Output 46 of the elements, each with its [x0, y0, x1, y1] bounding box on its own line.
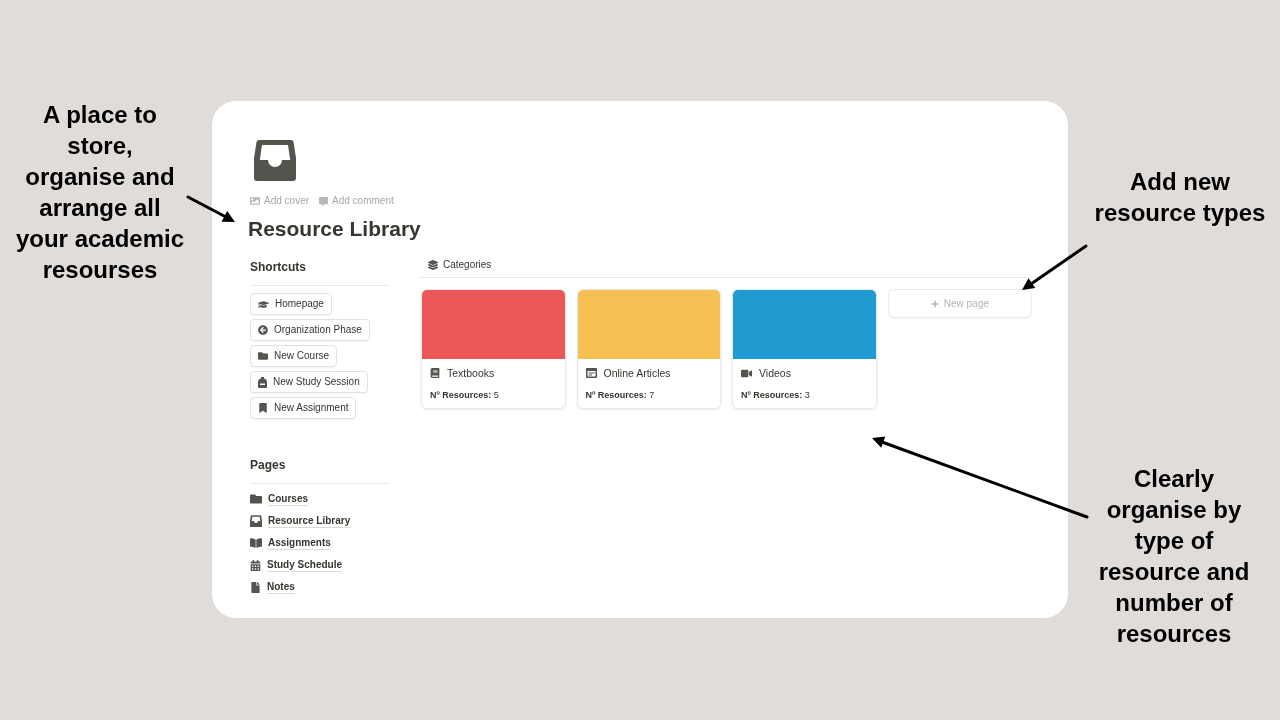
card-title: Textbooks: [447, 367, 495, 379]
video-camera-icon: [741, 367, 752, 379]
arrow-icon: [186, 195, 235, 222]
arrow-icon: [872, 436, 1089, 519]
page-link[interactable]: Assignments: [250, 532, 331, 554]
graduation-cap-icon: [258, 298, 269, 310]
shortcut-button[interactable]: New Assignment: [250, 397, 357, 419]
tray-icon: [250, 515, 262, 527]
image-icon: [250, 196, 260, 206]
book-icon: [430, 368, 440, 378]
layers-icon: [428, 259, 438, 270]
folder-icon: [258, 351, 268, 361]
card-title: Videos: [759, 367, 791, 379]
page-title: Resource Library: [248, 216, 422, 242]
shortcut-button[interactable]: New Study Session: [250, 371, 368, 393]
resource-count: Nº Resources: 3: [741, 389, 810, 401]
file-icon: [250, 581, 261, 593]
category-card[interactable]: Online Articles Nº Resources: 7: [576, 289, 721, 409]
category-card[interactable]: Videos Nº Resources: 3: [732, 289, 877, 409]
shortcut-button[interactable]: Homepage: [250, 293, 332, 315]
page-link[interactable]: Notes: [250, 576, 295, 598]
arrow-icon: [1022, 244, 1088, 290]
bookmark-icon: [258, 403, 268, 413]
backpack-icon: [258, 376, 267, 388]
section-heading: Shortcuts: [250, 260, 306, 274]
page-link[interactable]: Study Schedule: [250, 554, 342, 576]
category-card[interactable]: Textbooks Nº Resources: 5: [421, 289, 566, 409]
shortcut-button[interactable]: Organization Phase: [250, 319, 370, 341]
book-icon: [250, 537, 262, 549]
folder-icon: [250, 493, 262, 505]
page-link[interactable]: Resource Library: [250, 510, 351, 532]
resource-count: Nº Resources: 5: [430, 389, 499, 401]
comment-icon: [319, 196, 329, 206]
section-heading: Pages: [250, 458, 286, 472]
callout-text: A place to store, organise and arrange all your academic resourses: [14, 100, 186, 285]
tray-icon: [254, 139, 296, 181]
resource-count: Nº Resources: 7: [585, 389, 655, 401]
window-icon: [585, 368, 597, 378]
callout-text: Add new resource types: [1093, 167, 1267, 228]
plus-icon: [930, 299, 939, 308]
section-heading: Categories: [443, 258, 492, 271]
card-title: Online Articles: [603, 367, 671, 379]
calendar-icon: [250, 559, 261, 571]
page-link[interactable]: Courses: [250, 488, 308, 510]
callout-text: Clearly organise by type of resource and number of resources: [1097, 464, 1251, 649]
shortcut-button[interactable]: New Course: [250, 345, 338, 367]
